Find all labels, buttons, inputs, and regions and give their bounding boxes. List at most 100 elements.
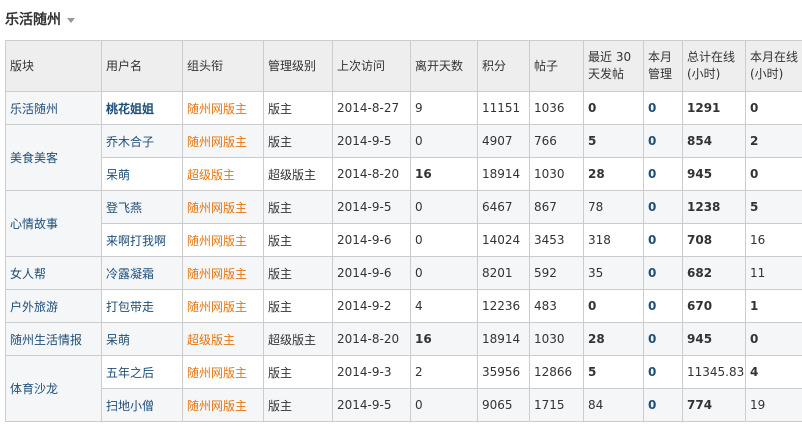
group-title: 超级版主: [187, 332, 236, 347]
board-cell[interactable]: 女人帮: [5, 256, 102, 290]
points: 14024: [477, 223, 530, 257]
recent-30-posts: 0: [583, 91, 644, 125]
points: 6467: [477, 190, 530, 224]
table-header-row: 版块 用户名 组头衔 管理级别 上次访问 离开天数 积分 帖子 最近 30 天发…: [5, 40, 802, 92]
month-online: 0: [745, 157, 802, 191]
username-link[interactable]: 扫地小僧: [106, 399, 154, 413]
manage-level: 版主: [263, 289, 333, 323]
posts: 483: [529, 289, 584, 323]
month-manage: 0: [643, 157, 683, 191]
group-title: 随州网版主: [187, 101, 248, 116]
username-link[interactable]: 五年之后: [106, 366, 154, 380]
chevron-down-icon[interactable]: [67, 17, 75, 23]
group-title: 随州网版主: [187, 365, 248, 380]
manage-level: 版主: [263, 223, 333, 257]
username-link[interactable]: 呆萌: [106, 168, 130, 182]
username-link[interactable]: 冷露凝霜: [106, 267, 154, 281]
manage-level: 版主: [263, 124, 333, 158]
column-header[interactable]: 总计在线(小时): [682, 40, 746, 92]
recent-30-posts: 28: [583, 157, 644, 191]
month-manage: 0: [643, 91, 683, 125]
total-online: 945: [682, 157, 746, 191]
column-header[interactable]: 版块: [5, 40, 102, 92]
days-away: 2: [410, 355, 478, 389]
board-cell[interactable]: 体育沙龙: [5, 355, 102, 422]
month-online: 11: [745, 256, 802, 290]
column-header[interactable]: 上次访问: [332, 40, 411, 92]
month-online: 19: [745, 388, 802, 422]
username-link[interactable]: 桃花姐姐: [106, 102, 154, 116]
last-visit: 2014-9-5: [332, 388, 411, 422]
points: 12236: [477, 289, 530, 323]
column-header[interactable]: 用户名: [101, 40, 183, 92]
group-title: 随州网版主: [187, 398, 248, 413]
column-header[interactable]: 帖子: [529, 40, 584, 92]
manage-level: 版主: [263, 190, 333, 224]
username-link[interactable]: 呆萌: [106, 333, 130, 347]
month-manage: 0: [643, 124, 683, 158]
month-manage: 0: [643, 355, 683, 389]
total-online: 854: [682, 124, 746, 158]
month-online: 2: [745, 124, 802, 158]
board-cell[interactable]: 乐活随州: [5, 91, 102, 125]
manage-level: 版主: [263, 256, 333, 290]
month-online: 5: [745, 190, 802, 224]
group-title: 随州网版主: [187, 266, 248, 281]
column-header[interactable]: 积分: [477, 40, 530, 92]
group-title: 随州网版主: [187, 200, 248, 215]
table-row: 扫地小僧 随州网版主 版主 2014-9-5 0 9065 1715 84 0 …: [6, 388, 802, 422]
total-online: 11345.83: [682, 355, 746, 389]
column-header[interactable]: 离开天数: [410, 40, 478, 92]
board-cell[interactable]: 随州生活情报: [5, 322, 102, 356]
manage-level: 版主: [263, 388, 333, 422]
last-visit: 2014-8-20: [332, 157, 411, 191]
username-link[interactable]: 打包带走: [106, 300, 154, 314]
username-link[interactable]: 登飞燕: [106, 201, 142, 215]
last-visit: 2014-8-20: [332, 322, 411, 356]
total-online: 1291: [682, 91, 746, 125]
last-visit: 2014-9-2: [332, 289, 411, 323]
days-away: 0: [410, 190, 478, 224]
column-header[interactable]: 本月在线(小时): [745, 40, 802, 92]
recent-30-posts: 318: [583, 223, 644, 257]
last-visit: 2014-9-3: [332, 355, 411, 389]
group-title: 随州网版主: [187, 233, 248, 248]
recent-30-posts: 5: [583, 124, 644, 158]
days-away: 16: [410, 322, 478, 356]
points: 18914: [477, 322, 530, 356]
table-row: 体育沙龙 五年之后 随州网版主 版主 2014-9-3 2 35956 1286…: [5, 355, 802, 422]
month-manage: 0: [643, 289, 683, 323]
recent-30-posts: 0: [583, 289, 644, 323]
points: 18914: [477, 157, 530, 191]
last-visit: 2014-9-5: [332, 190, 411, 224]
month-online: 16: [745, 223, 802, 257]
month-online: 0: [745, 91, 802, 125]
username-link[interactable]: 乔木合子: [106, 135, 154, 149]
table-row: 呆萌 超级版主 超级版主 2014-8-20 16 18914 1030 28 …: [6, 157, 802, 191]
column-header[interactable]: 组头衔: [182, 40, 264, 92]
group-title: 随州网版主: [187, 134, 248, 149]
days-away: 9: [410, 91, 478, 125]
board-cell[interactable]: 户外旅游: [5, 289, 102, 323]
group-title: 随州网版主: [187, 299, 248, 314]
last-visit: 2014-9-5: [332, 124, 411, 158]
column-header[interactable]: 最近 30 天发帖: [583, 40, 644, 92]
username-link[interactable]: 来啊打我啊: [106, 234, 166, 248]
total-online: 670: [682, 289, 746, 323]
posts: 592: [529, 256, 584, 290]
total-online: 945: [682, 322, 746, 356]
page-header: 乐活随州: [5, 9, 75, 29]
table-row: 美食美客 乔木合子 随州网版主 版主 2014-9-5 0 4907 766 5…: [5, 124, 802, 191]
points: 8201: [477, 256, 530, 290]
board-cell[interactable]: 心情故事: [5, 190, 102, 257]
column-header[interactable]: 本月管理: [643, 40, 683, 92]
total-online: 708: [682, 223, 746, 257]
points: 11151: [477, 91, 530, 125]
column-header[interactable]: 管理级别: [263, 40, 333, 92]
month-online: 1: [745, 289, 802, 323]
manage-level: 版主: [263, 355, 333, 389]
board-cell[interactable]: 美食美客: [5, 124, 102, 191]
table-row: 随州生活情报 呆萌 超级版主 超级版主 2014-8-20 16 18914 1…: [5, 322, 802, 356]
last-visit: 2014-9-6: [332, 256, 411, 290]
moderator-stats-table: 版块 用户名 组头衔 管理级别 上次访问 离开天数 积分 帖子 最近 30 天发…: [5, 40, 802, 422]
